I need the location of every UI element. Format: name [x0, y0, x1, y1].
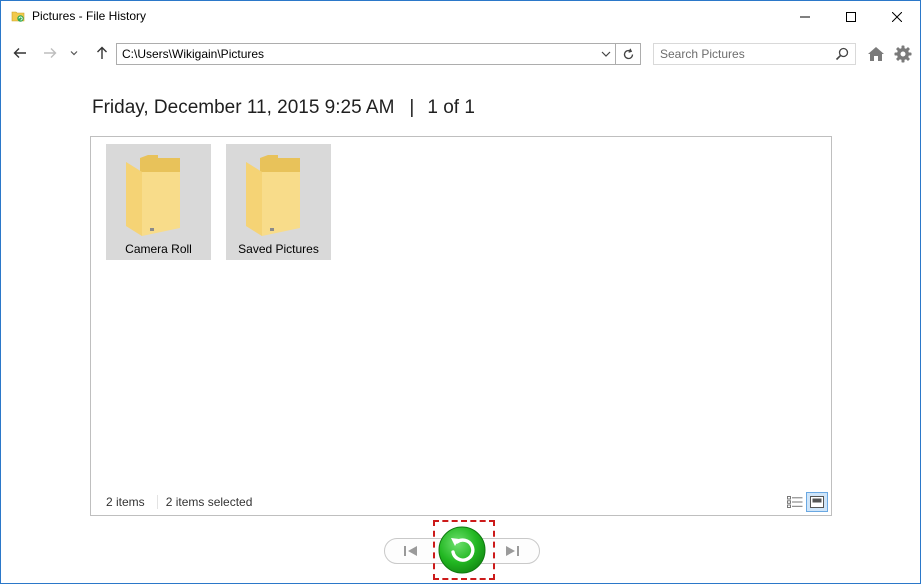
- folder-item-camera-roll[interactable]: Camera Roll: [106, 144, 211, 260]
- home-icon: [868, 47, 884, 61]
- up-button[interactable]: [93, 43, 111, 63]
- refresh-button[interactable]: [616, 43, 641, 65]
- folder-label: Saved Pictures: [238, 242, 319, 256]
- restore-button[interactable]: [438, 526, 486, 574]
- address-dropdown-button[interactable]: [597, 44, 615, 64]
- forward-button[interactable]: [41, 43, 59, 63]
- page-indicator: 1 of 1: [427, 97, 475, 118]
- backup-date: Friday, December 11, 2015 9:25 AM: [92, 97, 395, 118]
- close-button[interactable]: [874, 1, 920, 32]
- folder-item-saved-pictures[interactable]: Saved Pictures: [226, 144, 331, 260]
- refresh-icon: [623, 48, 633, 59]
- previous-version-button[interactable]: [400, 541, 422, 561]
- item-count: 2 items: [106, 495, 145, 509]
- folder-icon: [124, 154, 184, 236]
- header-separator: |: [409, 97, 415, 118]
- minimize-button[interactable]: [782, 1, 828, 32]
- minimize-icon: [800, 16, 810, 17]
- skip-next-icon: [506, 546, 519, 556]
- window-title: Pictures - File History: [32, 9, 147, 23]
- recent-locations-button[interactable]: [65, 43, 83, 63]
- large-icons-view-button[interactable]: [806, 492, 828, 512]
- backup-header: Friday, December 11, 2015 9:25 AM | 1 of 1: [92, 97, 475, 119]
- search-icon[interactable]: [835, 47, 849, 61]
- details-view-button[interactable]: [785, 493, 805, 511]
- details-view-icon: [787, 496, 803, 508]
- gear-icon: [894, 45, 912, 63]
- home-button[interactable]: [866, 44, 886, 64]
- arrow-left-icon: [13, 48, 26, 58]
- arrow-up-icon: [97, 46, 107, 59]
- maximize-button[interactable]: [828, 1, 874, 32]
- large-icons-view-icon: [810, 496, 824, 508]
- restore-icon: [438, 526, 486, 574]
- status-divider: [156, 495, 158, 509]
- back-button[interactable]: [11, 43, 29, 63]
- maximize-icon: [846, 11, 856, 22]
- close-icon: [892, 11, 902, 22]
- title-bar[interactable]: Pictures - File History: [1, 1, 920, 32]
- chevron-down-icon: [70, 51, 78, 56]
- folder-icon: [244, 154, 304, 236]
- settings-button[interactable]: [893, 44, 913, 64]
- arrow-right-icon: [44, 48, 57, 58]
- folder-label: Camera Roll: [125, 242, 192, 256]
- search-box[interactable]: [653, 43, 856, 65]
- chevron-down-icon: [601, 51, 611, 57]
- address-bar[interactable]: C:\Users\Wikigain\Pictures: [116, 43, 616, 65]
- file-history-window: Pictures - File History C:\Users\Wikigai…: [0, 0, 921, 584]
- next-version-button[interactable]: [501, 541, 523, 561]
- status-bar: 2 items 2 items selected: [106, 495, 252, 509]
- navigation-toolbar: C:\Users\Wikigain\Pictures: [1, 39, 920, 67]
- skip-previous-icon: [404, 546, 417, 556]
- file-list-pane[interactable]: Camera Roll Saved Pictures 2 items 2 ite…: [90, 136, 832, 516]
- selected-count: 2 items selected: [165, 495, 253, 509]
- address-path[interactable]: C:\Users\Wikigain\Pictures: [122, 47, 264, 61]
- file-history-app-icon: [11, 9, 25, 23]
- search-input[interactable]: [654, 44, 834, 64]
